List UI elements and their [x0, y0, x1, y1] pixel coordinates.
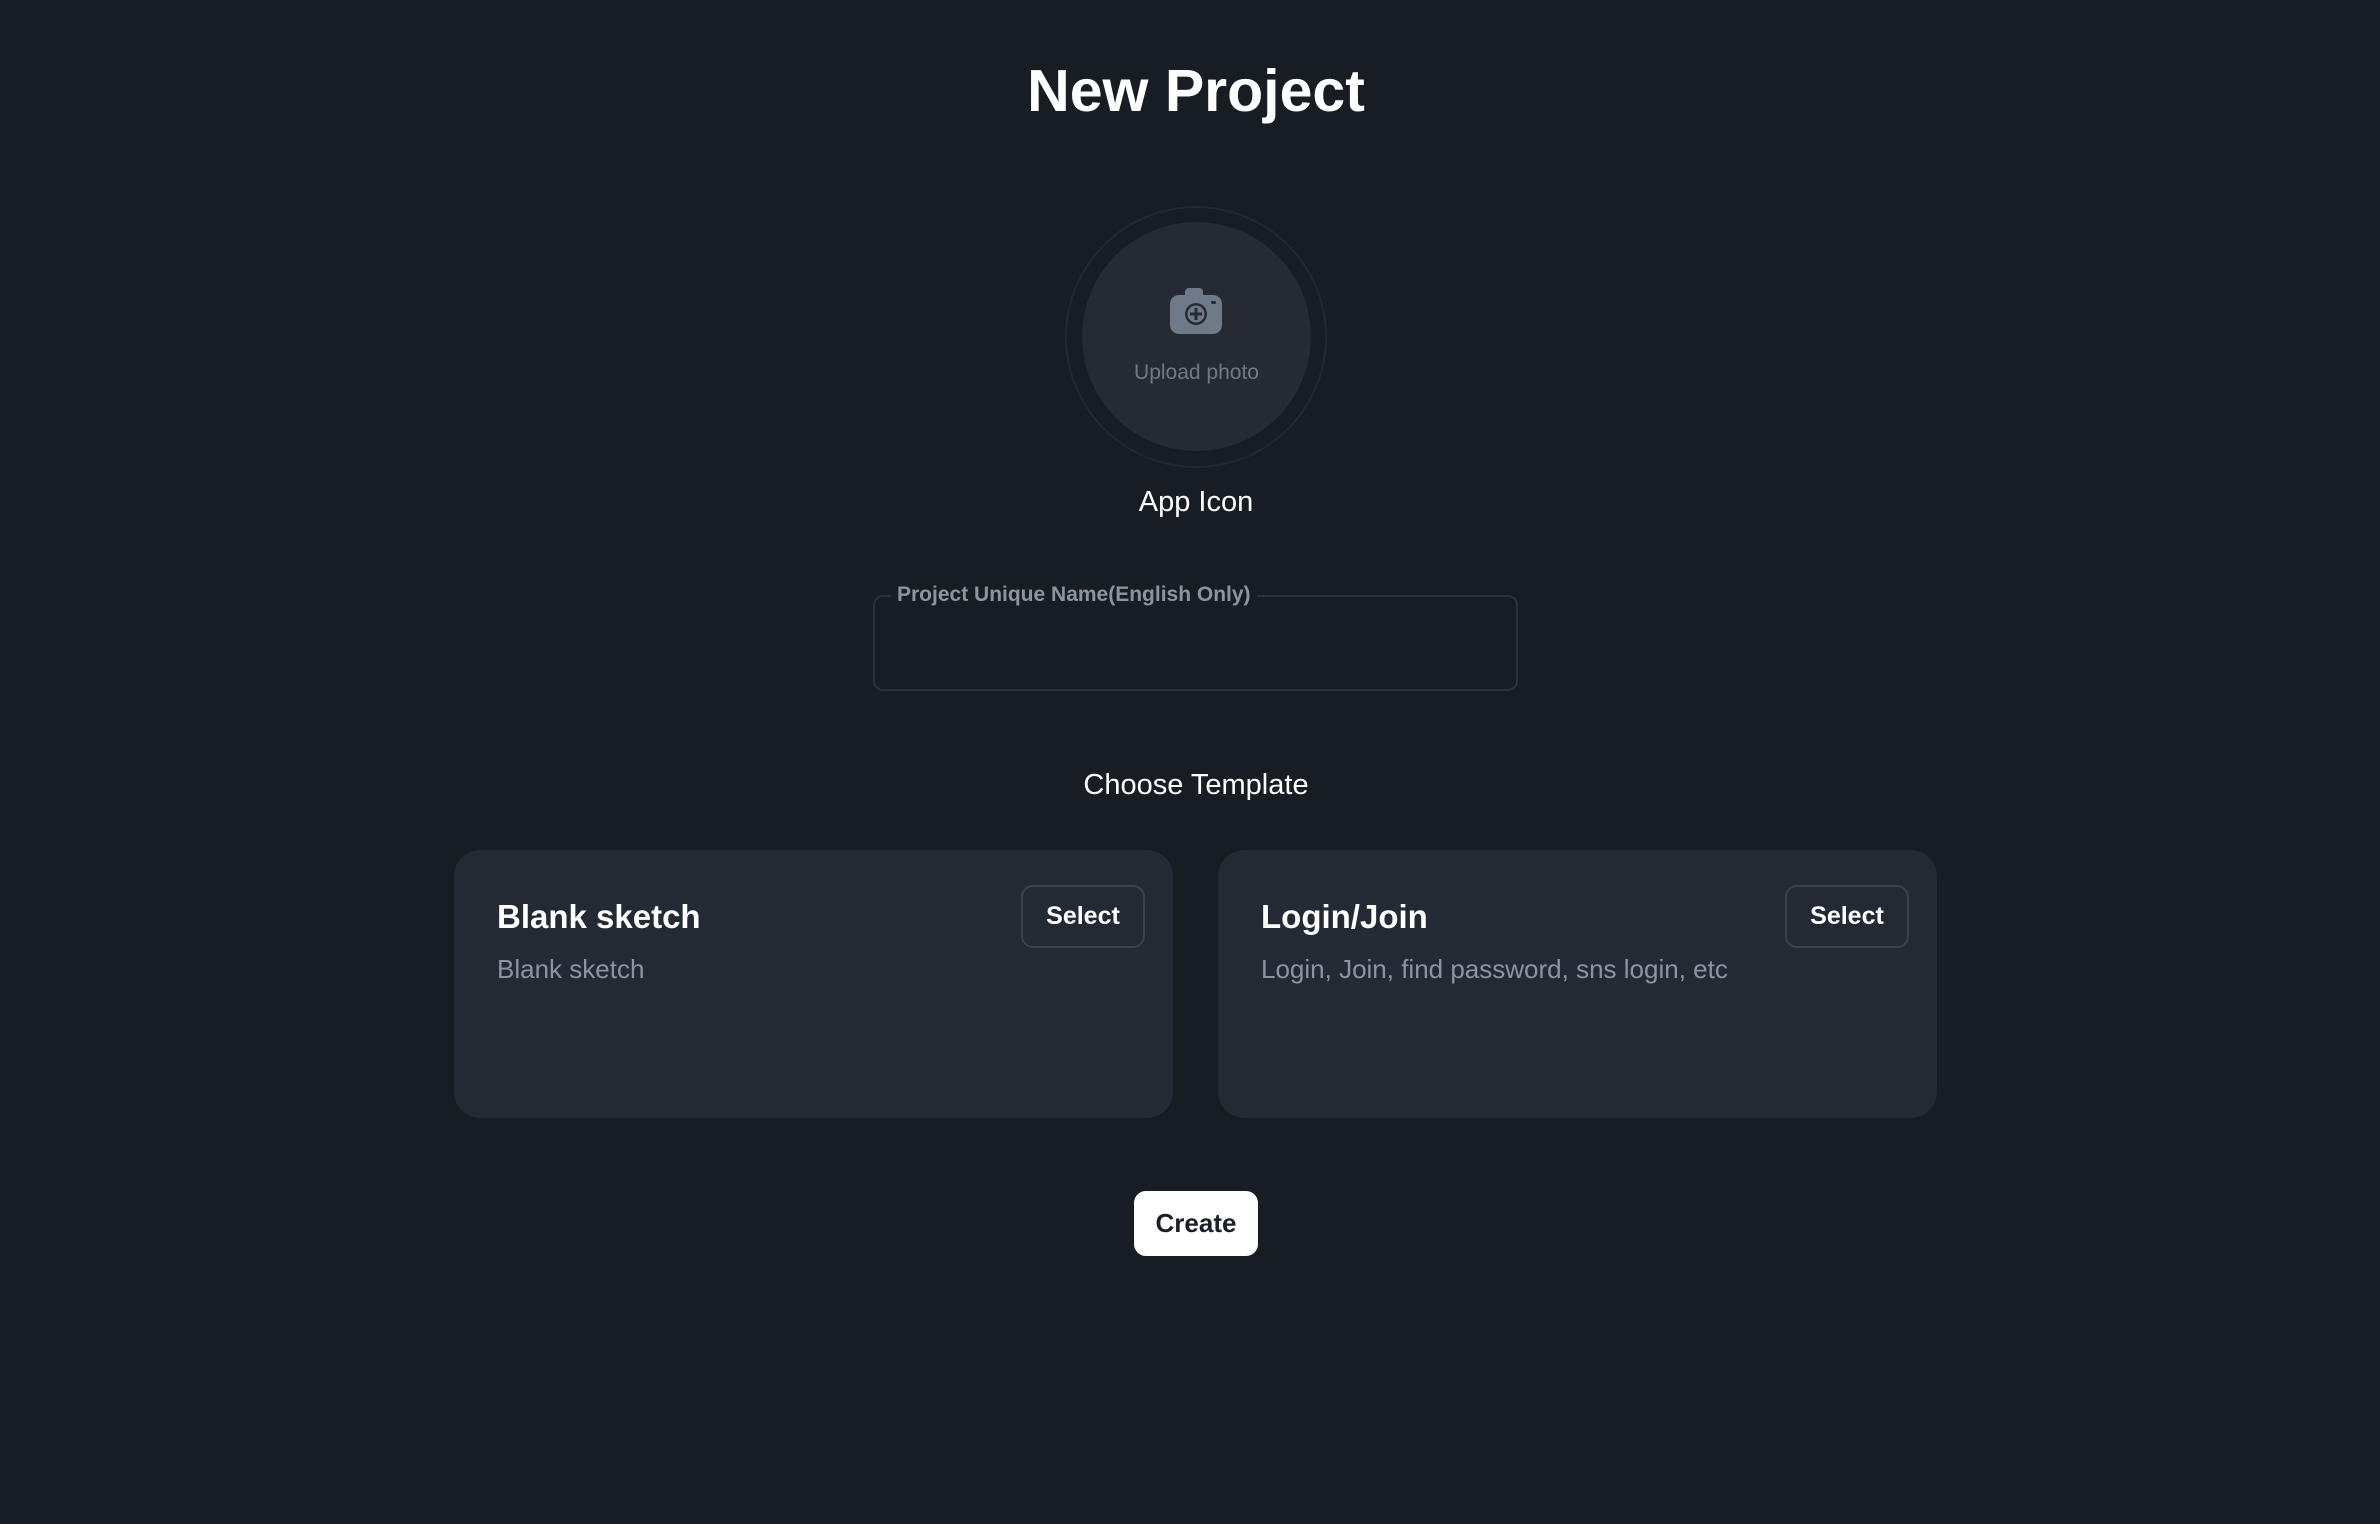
app-icon-caption: App Icon: [1138, 486, 1254, 518]
template-card-blank-sketch: Blank sketch Blank sketch Select: [454, 850, 1173, 1118]
app-icon-upload-button[interactable]: Upload photo: [1082, 222, 1311, 451]
choose-template-heading: Choose Template: [1083, 769, 1309, 801]
template-title: Login/Join: [1261, 898, 1428, 935]
project-name-label: Project Unique Name(English Only): [891, 581, 1257, 609]
project-name-field: Project Unique Name(English Only): [873, 581, 1518, 691]
template-description: Blank sketch: [497, 954, 645, 984]
select-login-join-button[interactable]: Select: [1785, 885, 1909, 948]
create-button[interactable]: Create: [1134, 1191, 1258, 1256]
select-blank-sketch-button[interactable]: Select: [1021, 885, 1145, 948]
page-title: New Project: [1027, 58, 1365, 124]
camera-plus-icon: [1170, 288, 1222, 334]
upload-photo-label: Upload photo: [1134, 361, 1259, 384]
template-title: Blank sketch: [497, 898, 701, 935]
new-project-page: New Project Upload photo App Icon Projec…: [0, 0, 2380, 1524]
project-name-input[interactable]: [895, 621, 1499, 669]
template-card-login-join: Login/Join Login, Join, find password, s…: [1218, 850, 1937, 1118]
template-description: Login, Join, find password, sns login, e…: [1261, 954, 1728, 984]
